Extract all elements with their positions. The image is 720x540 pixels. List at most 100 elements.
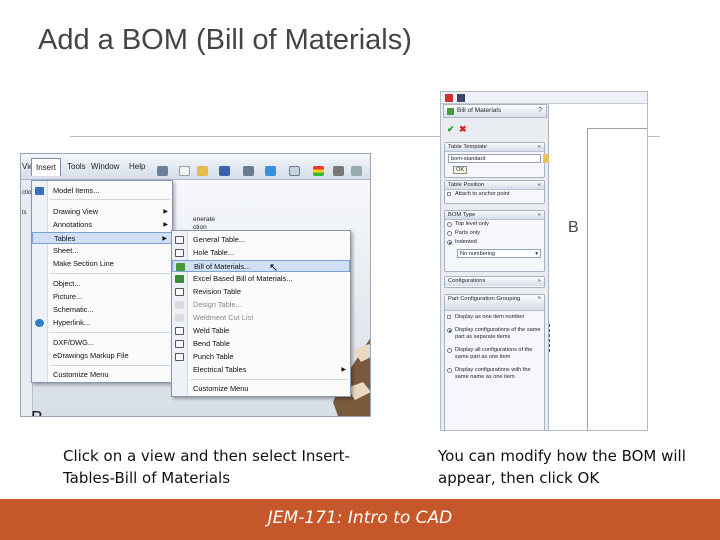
- menu-item-label: Bill of Materials...: [194, 262, 251, 271]
- help-icon[interactable]: [351, 166, 362, 176]
- menu-item-general-table[interactable]: General Table...: [172, 234, 350, 246]
- print-icon[interactable]: [243, 166, 254, 176]
- menu-item-label: eDrawings Markup File: [53, 351, 129, 360]
- submenu-arrow-icon: ▶: [163, 222, 168, 228]
- drawing-sheet[interactable]: [549, 104, 648, 430]
- menu-item-drawing-view[interactable]: Drawing View ▶: [32, 206, 172, 218]
- radio-parts-only[interactable]: Parts only: [445, 229, 544, 238]
- menu-item-edrawings-markup[interactable]: eDrawings Markup File: [32, 350, 172, 362]
- panel-title: Bill of Materials: [457, 107, 502, 114]
- radio-icon[interactable]: [447, 348, 452, 353]
- radio-top-level-only[interactable]: Top level only: [445, 220, 544, 229]
- radio-icon[interactable]: [447, 222, 452, 227]
- menu-item-object[interactable]: Object...: [32, 278, 172, 290]
- menu-item-punch-table[interactable]: Punch Table: [172, 351, 350, 363]
- menu-item-label: Punch Table: [193, 352, 234, 361]
- menu-insert[interactable]: Insert: [31, 158, 62, 176]
- menu-item-label: Model Items...: [53, 186, 100, 195]
- menu-item-excel-bom[interactable]: Excel Based Bill of Materials...: [172, 273, 350, 285]
- group-header[interactable]: BOM Type «: [445, 211, 544, 220]
- option-label: Top level only: [455, 221, 489, 227]
- drawing-marker: [549, 324, 555, 352]
- menu-item-design-table[interactable]: Design Table...: [172, 299, 350, 311]
- group-header[interactable]: Part Configuration Grouping «: [445, 295, 544, 311]
- weldment-icon: [175, 314, 184, 322]
- open-folder-icon[interactable]: [197, 166, 208, 176]
- group-title: BOM Type: [448, 212, 476, 218]
- table-template-field[interactable]: bom-standard: [448, 154, 552, 163]
- menu-item-bill-of-materials[interactable]: Bill of Materials...: [172, 260, 350, 272]
- menu-help[interactable]: Help: [129, 162, 145, 171]
- menu-item-label: Bend Table: [193, 339, 230, 348]
- menu-item-label: Annotations: [53, 220, 93, 229]
- new-document-icon[interactable]: [179, 166, 190, 176]
- feature-manager-tab-icon[interactable]: [445, 94, 453, 102]
- option-label: Parts only: [455, 230, 480, 236]
- cmd-strip-label: ction: [22, 190, 35, 196]
- menu-item-label: Excel Based Bill of Materials...: [193, 274, 293, 283]
- drawing-border-line: [647, 104, 648, 116]
- checkbox-one-item-number[interactable]: Display as one item number: [445, 313, 544, 322]
- group-header[interactable]: Table Template «: [445, 143, 544, 152]
- menu-item-hole-table[interactable]: Hole Table...: [172, 247, 350, 259]
- drawing-border-line: [587, 128, 588, 430]
- menu-tools[interactable]: Tools: [67, 162, 86, 171]
- menu-item-hyperlink[interactable]: Hyperlink...: [32, 317, 172, 329]
- group-header[interactable]: Table Position «: [445, 181, 544, 190]
- collapse-chevron-icon[interactable]: «: [538, 181, 541, 190]
- menu-item-label: Hyperlink...: [53, 318, 90, 327]
- revision-table-icon: [175, 288, 184, 296]
- radio-separate-items[interactable]: Display configurations of the same part …: [445, 326, 544, 342]
- property-manager-tab-icon[interactable]: [457, 94, 465, 102]
- menu-item-model-items[interactable]: Model Items...: [32, 185, 172, 197]
- expand-chevron-icon[interactable]: »: [538, 277, 541, 286]
- menu-item-schematic[interactable]: Schematic...: [32, 304, 172, 316]
- menu-window[interactable]: Window: [91, 162, 119, 171]
- ok-checkmark-icon[interactable]: ✔: [447, 124, 455, 135]
- numbering-select[interactable]: No numbering ▾: [457, 249, 541, 258]
- menu-item-tables[interactable]: Tables ▶: [32, 232, 172, 244]
- radio-same-name-one-item[interactable]: Display configurations with the same nam…: [445, 366, 544, 382]
- manager-tabs: [441, 92, 647, 104]
- menu-item-make-section-line[interactable]: Make Section Line: [32, 258, 172, 270]
- menu-item-electrical-tables[interactable]: Electrical Tables ▶: [172, 364, 350, 376]
- radio-icon[interactable]: [447, 368, 452, 373]
- save-icon[interactable]: [219, 166, 230, 176]
- cancel-x-icon[interactable]: ✖: [459, 124, 467, 135]
- checkbox-icon[interactable]: [447, 192, 451, 196]
- help-icon[interactable]: ?: [538, 107, 542, 114]
- menu-item-customize-menu[interactable]: Customize Menu: [32, 369, 172, 381]
- submenu-arrow-icon: ▶: [163, 209, 168, 215]
- radio-indented[interactable]: Indented: [445, 238, 544, 247]
- group-title: Part Configuration Grouping: [448, 296, 521, 302]
- menu-item-label: Hole Table...: [193, 248, 234, 257]
- traffic-light-icon[interactable]: [313, 166, 324, 176]
- dropdown-arrow-icon[interactable]: ▾: [535, 250, 538, 258]
- menu-item-annotations[interactable]: Annotations ▶: [32, 219, 172, 231]
- collapse-chevron-icon[interactable]: «: [538, 211, 541, 220]
- menu-item-weldment-cut-list[interactable]: Weldment Cut List: [172, 312, 350, 324]
- menu-item-bend-table[interactable]: Bend Table: [172, 338, 350, 350]
- options-icon[interactable]: [333, 166, 344, 176]
- menu-item-picture[interactable]: Picture...: [32, 291, 172, 303]
- radio-icon[interactable]: [447, 328, 452, 333]
- radio-one-item[interactable]: Display all configurations of the same p…: [445, 346, 544, 362]
- radio-icon[interactable]: [447, 240, 452, 245]
- attach-anchor-checkbox[interactable]: Attach to anchor point: [445, 190, 544, 199]
- group-title: Configurations: [448, 278, 486, 284]
- menu-item-sheet[interactable]: Sheet...: [32, 245, 172, 257]
- group-header[interactable]: Configurations »: [445, 277, 544, 286]
- menu-item-customize-menu-2[interactable]: Customize Menu: [172, 383, 350, 395]
- undo-icon[interactable]: [265, 166, 276, 176]
- tables-submenu: General Table... Hole Table... Bill of M…: [171, 230, 351, 397]
- menu-bar: View Insert Tools Window Help: [21, 154, 370, 180]
- pin-icon[interactable]: [157, 166, 168, 176]
- select-arrow-icon[interactable]: [289, 166, 300, 176]
- radio-icon[interactable]: [447, 231, 452, 236]
- collapse-chevron-icon[interactable]: «: [538, 295, 541, 302]
- collapse-chevron-icon[interactable]: «: [538, 143, 541, 152]
- menu-item-dxf-dwg[interactable]: DXF/DWG...: [32, 337, 172, 349]
- checkbox-icon[interactable]: [447, 315, 451, 319]
- menu-item-revision-table[interactable]: Revision Table: [172, 286, 350, 298]
- menu-item-weld-table[interactable]: Weld Table: [172, 325, 350, 337]
